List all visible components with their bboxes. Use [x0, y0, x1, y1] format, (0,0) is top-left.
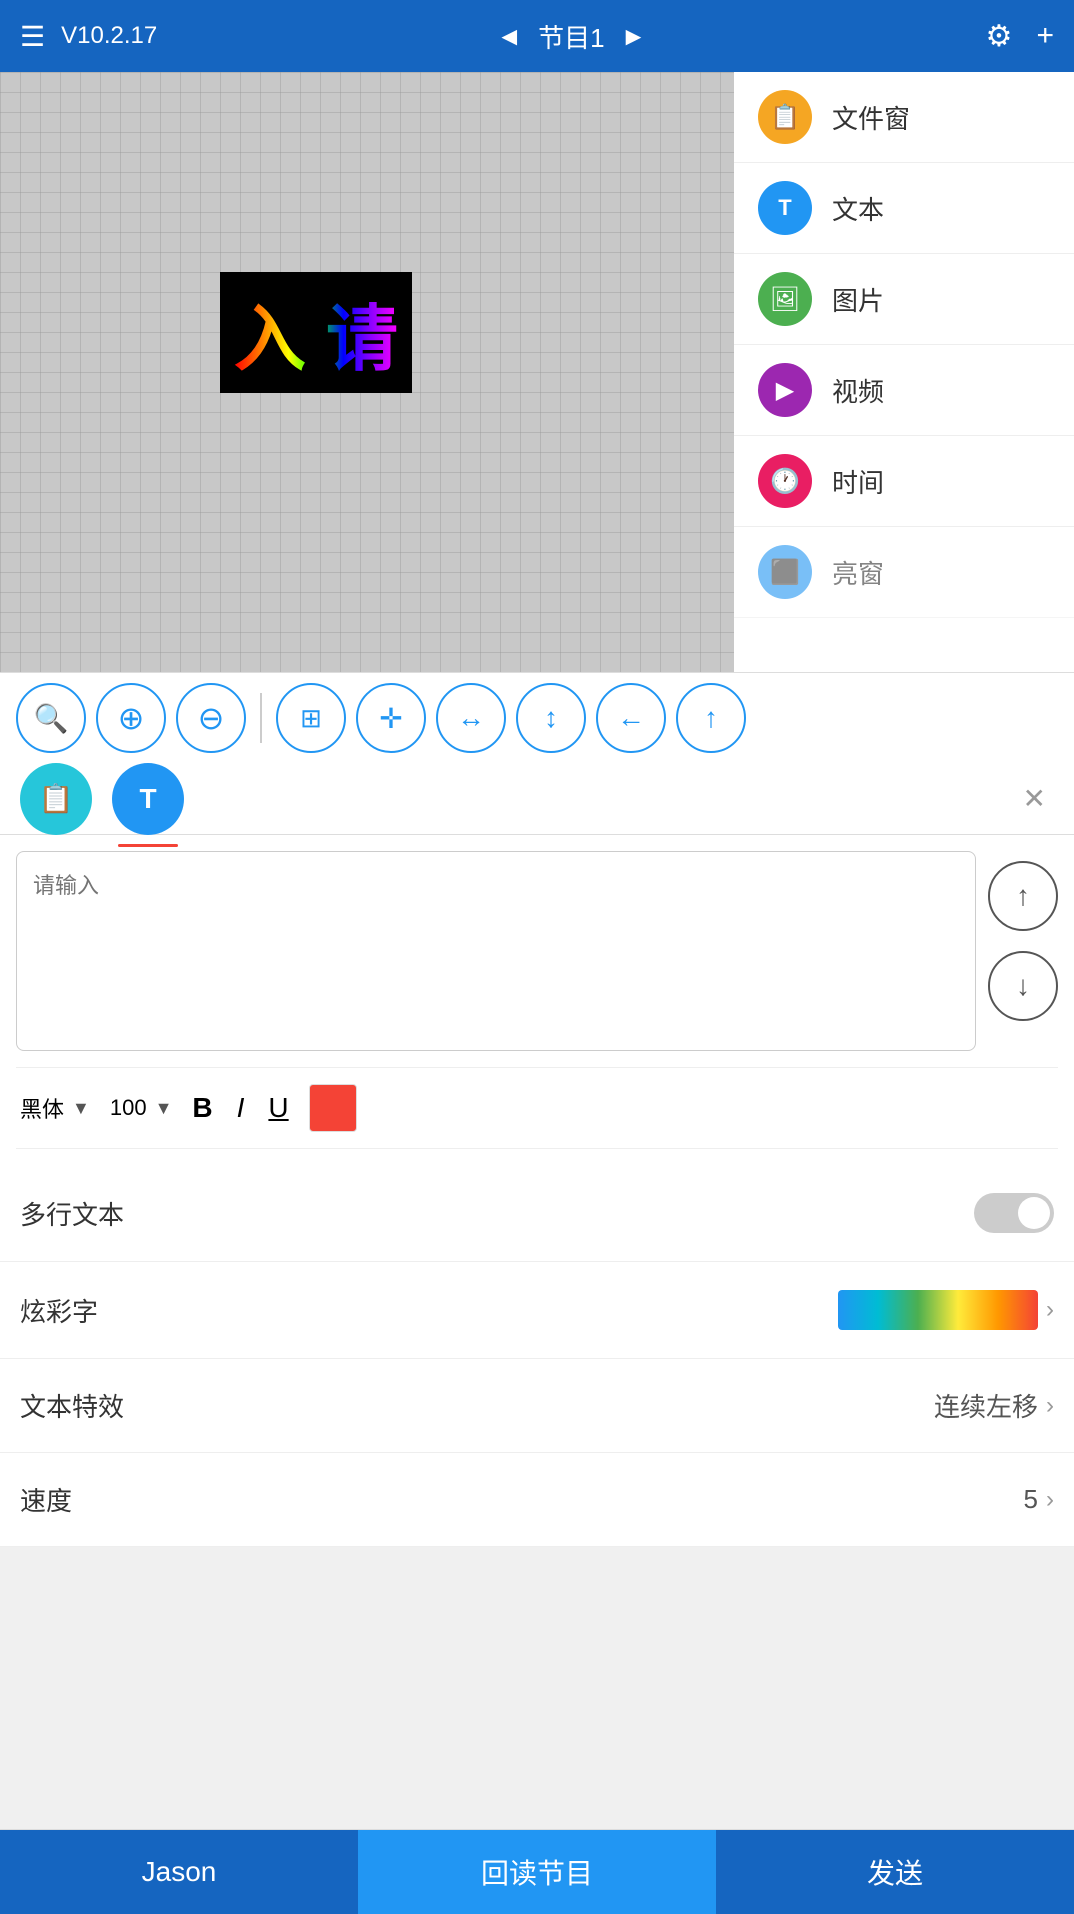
tab-text[interactable]: T [112, 763, 184, 835]
screen-label: 亮窗 [832, 554, 884, 591]
text-input[interactable] [16, 851, 976, 1051]
bottom-bar: Jason 回读节目 发送 [0, 1829, 1074, 1914]
next-icon[interactable]: ► [621, 21, 647, 52]
canvas-text: 入 请 [234, 300, 398, 380]
font-size-value: 100 [110, 1095, 147, 1121]
menu-item-text[interactable]: T 文本 [734, 163, 1074, 254]
text-icon: T [758, 181, 812, 235]
move-v-button[interactable]: ↕ [516, 683, 586, 753]
canvas-text-box: 入 请 [220, 272, 412, 393]
image-icon: 🖼 [758, 272, 812, 326]
text-up-arrow[interactable]: ↑ [988, 861, 1058, 931]
speed-chevron-icon: › [1046, 1486, 1054, 1514]
speed-label: 速度 [20, 1481, 72, 1518]
speed-value-container: 5 › [1024, 1484, 1054, 1515]
font-name-select[interactable]: 黑体 ▼ [16, 1084, 94, 1132]
image-label: 图片 [832, 281, 884, 318]
read-program-button[interactable]: 回读节目 [358, 1830, 716, 1914]
font-name-dropdown-icon: ▼ [72, 1098, 90, 1119]
settings-section: 多行文本 炫彩字 › 文本特效 连续左移 › 速度 5 › [0, 1165, 1074, 1547]
grid-button[interactable]: ⊞ [276, 683, 346, 753]
dropdown-menu: 📋 文件窗 T 文本 🖼 图片 ▶ 视频 🕐 时间 ⬛ 亮窗 [734, 72, 1074, 672]
file-icon: 📋 [758, 90, 812, 144]
move-all-button[interactable]: ✛ [356, 683, 426, 753]
multiline-label: 多行文本 [20, 1195, 124, 1232]
bold-button[interactable]: B [188, 1092, 216, 1124]
send-button[interactable]: 发送 [716, 1830, 1074, 1914]
screen-icon: ⬛ [758, 545, 812, 599]
program-title: 节目1 [538, 18, 604, 55]
menu-item-image[interactable]: 🖼 图片 [734, 254, 1074, 345]
header: ☰ V10.2.17 ◄ 节目1 ► ⚙ + [0, 0, 1074, 72]
close-icon[interactable]: ✕ [1015, 774, 1054, 823]
italic-button[interactable]: I [233, 1092, 249, 1124]
up-button[interactable]: ↑ [676, 683, 746, 753]
header-center: ◄ 节目1 ► [496, 18, 646, 55]
header-left: ☰ V10.2.17 [20, 20, 157, 53]
prev-icon[interactable]: ◄ [496, 21, 522, 52]
menu-item-time[interactable]: 🕐 时间 [734, 436, 1074, 527]
settings-icon[interactable]: ⚙ [986, 19, 1013, 54]
tab-settings[interactable]: 📋 [20, 763, 92, 835]
text-input-row: ↑ ↓ [16, 851, 1058, 1051]
canvas-area: 入 请 📋 文件窗 T 文本 🖼 图片 ▶ 视频 🕐 时间 ⬛ 亮窗 [0, 72, 1074, 672]
jason-button[interactable]: Jason [0, 1830, 358, 1914]
text-effect-value: 连续左移 › [934, 1387, 1054, 1424]
text-tab-icon: T [139, 783, 156, 815]
header-right: ⚙ + [986, 19, 1054, 54]
rainbow-row[interactable]: 炫彩字 › [0, 1262, 1074, 1359]
video-label: 视频 [832, 372, 884, 409]
content-area: ↑ ↓ 黑体 ▼ 100 ▼ B I U [0, 835, 1074, 1165]
font-controls: 黑体 ▼ 100 ▼ B I U [16, 1067, 1058, 1149]
zoom-fit-button[interactable]: 🔍 [16, 683, 86, 753]
back-button[interactable]: ← [596, 683, 666, 753]
multiline-row: 多行文本 [0, 1165, 1074, 1262]
version-label: V10.2.17 [61, 22, 157, 50]
rainbow-bar [838, 1290, 1038, 1330]
tabs-row: 📋 T ✕ [0, 763, 1074, 835]
menu-item-file[interactable]: 📋 文件窗 [734, 72, 1074, 163]
rainbow-label: 炫彩字 [20, 1292, 98, 1329]
zoom-in-button[interactable]: ⊕ [96, 683, 166, 753]
color-picker-button[interactable] [309, 1084, 357, 1132]
time-icon: 🕐 [758, 454, 812, 508]
add-icon[interactable]: + [1036, 19, 1054, 53]
move-h-button[interactable]: ↔ [436, 683, 506, 753]
menu-icon[interactable]: ☰ [20, 20, 45, 53]
effect-chevron-icon: › [1046, 1392, 1054, 1420]
time-label: 时间 [832, 463, 884, 500]
effect-current-value: 连续左移 [934, 1387, 1038, 1424]
menu-item-video[interactable]: ▶ 视频 [734, 345, 1074, 436]
speed-row[interactable]: 速度 5 › [0, 1453, 1074, 1547]
rainbow-chevron-icon: › [1046, 1296, 1054, 1324]
multiline-toggle[interactable] [974, 1193, 1054, 1233]
zoom-out-button[interactable]: ⊖ [176, 683, 246, 753]
settings-tab-icon: 📋 [39, 782, 74, 815]
underline-button[interactable]: U [264, 1092, 292, 1124]
font-size-select[interactable]: 100 ▼ [110, 1095, 173, 1121]
text-down-arrow[interactable]: ↓ [988, 951, 1058, 1021]
font-name-value: 黑体 [20, 1092, 64, 1124]
text-label: 文本 [832, 190, 884, 227]
menu-item-screen[interactable]: ⬛ 亮窗 [734, 527, 1074, 618]
toolbar-divider [260, 693, 262, 743]
toolbar: 🔍 ⊕ ⊖ ⊞ ✛ ↔ ↕ ← ↑ [0, 672, 1074, 763]
text-effect-row[interactable]: 文本特效 连续左移 › [0, 1359, 1074, 1453]
rainbow-value: › [838, 1290, 1054, 1330]
text-arrows: ↑ ↓ [988, 851, 1058, 1021]
video-icon: ▶ [758, 363, 812, 417]
text-effect-label: 文本特效 [20, 1387, 124, 1424]
speed-current-value: 5 [1024, 1484, 1038, 1515]
file-label: 文件窗 [832, 99, 910, 136]
font-size-dropdown-icon: ▼ [155, 1098, 173, 1119]
